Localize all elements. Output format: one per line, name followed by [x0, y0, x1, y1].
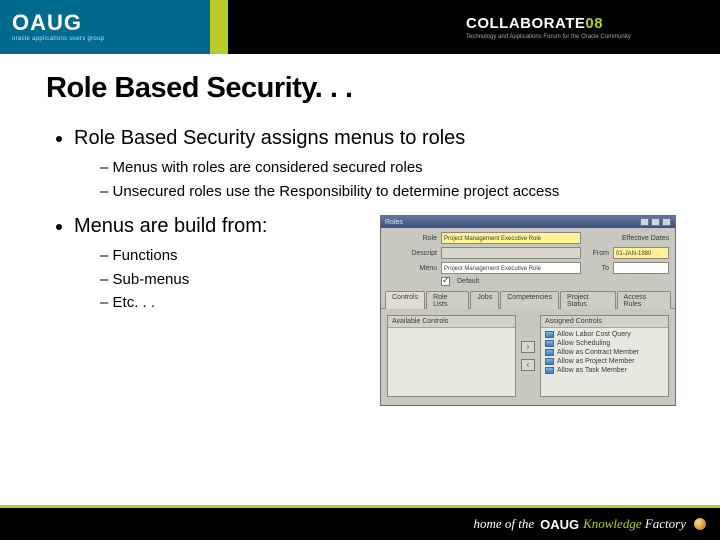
footer-brand: OAUG — [540, 517, 579, 532]
from-input[interactable]: 01-JAN-1980 — [613, 247, 669, 259]
maximize-icon[interactable] — [651, 218, 660, 226]
to-label: To — [585, 265, 609, 272]
tab-competencies[interactable]: Competencies — [500, 291, 559, 309]
menu-row: Menu Project Management Executive Role T… — [387, 262, 669, 274]
available-header: Available Controls — [388, 316, 515, 328]
slide-content: Role Based Security. . . Role Based Secu… — [0, 54, 720, 406]
bullet-2: Menus are build from: Functions Sub-menu… — [74, 215, 674, 406]
role-label: Role — [387, 235, 437, 242]
assigned-item-label: Allow as Task Member — [557, 367, 627, 374]
effective-dates-label: Effective Dates — [622, 235, 669, 242]
default-checkbox[interactable] — [441, 277, 450, 286]
tab-role-lists[interactable]: Role Lists — [426, 291, 469, 309]
controls-pane: Available Controls › ‹ Assigned Controls — [387, 309, 669, 401]
header-spacer — [210, 0, 460, 54]
assigned-item-label: Allow as Contract Member — [557, 349, 639, 356]
from-value: 01-JAN-1980 — [614, 251, 651, 257]
tab-strip: Controls Role Lists Jobs Competencies Pr… — [381, 290, 675, 309]
to-input[interactable] — [613, 262, 669, 274]
assigned-item[interactable]: Allow Scheduling — [543, 339, 666, 348]
assigned-item-label: Allow Scheduling — [557, 340, 610, 347]
from-label: From — [585, 250, 609, 257]
footer-kf: Knowledge Factory — [583, 516, 686, 532]
assigned-header: Assigned Controls — [541, 316, 668, 328]
oaug-wordmark: OAUG — [12, 12, 210, 34]
move-left-button[interactable]: ‹ — [521, 359, 535, 371]
item-icon — [545, 331, 554, 338]
role-input[interactable]: Project Management Executive Role — [441, 232, 581, 244]
bullet-2-sub-1: Functions — [100, 246, 374, 266]
close-icon[interactable] — [662, 218, 671, 226]
oaug-logo-block: OAUG oracle applications users group — [0, 0, 210, 54]
role-row: Role Project Management Executive Role E… — [387, 232, 669, 244]
minimize-icon[interactable] — [640, 218, 649, 226]
bullet-1: Role Based Security assigns menus to rol… — [74, 127, 674, 201]
roles-window: Roles Role Project Management Executive … — [380, 215, 676, 406]
assigned-item-label: Allow Labor Cost Query — [557, 331, 631, 338]
bullet-1-sublist: Menus with roles are considered secured … — [100, 158, 674, 201]
tab-jobs[interactable]: Jobs — [470, 291, 499, 309]
assigned-item[interactable]: Allow as Project Member — [543, 357, 666, 366]
bullet-2-sub-2: Sub-menus — [100, 270, 374, 290]
collaborate-year: 08 — [585, 15, 603, 32]
assigned-item[interactable]: Allow as Task Member — [543, 366, 666, 375]
collaborate-logo-block: COLLABORATE08 Technology and Application… — [460, 0, 720, 54]
assigned-item[interactable]: Allow Labor Cost Query — [543, 330, 666, 339]
slide-title: Role Based Security. . . — [46, 72, 674, 105]
collaborate-text: COLLABORATE — [466, 15, 585, 32]
bullet-2-sublist: Functions Sub-menus Etc. . . — [100, 246, 374, 313]
footer-kf1: Knowledge — [583, 516, 642, 531]
collaborate-subtitle: Technology and Applications Forum for th… — [466, 34, 631, 40]
menu-label: Menu — [387, 265, 437, 272]
bullet-2-text: Menus are build from: — [74, 215, 267, 237]
descr-row: Descript From 01-JAN-1980 — [387, 247, 669, 259]
bullet-1-sub-2: Unsecured roles use the Responsibility t… — [100, 182, 674, 202]
assigned-item-label: Allow as Project Member — [557, 358, 634, 365]
tab-access-rules[interactable]: Access Rules — [617, 291, 671, 309]
bullet-1-sub-1: Menus with roles are considered secured … — [100, 158, 674, 178]
available-controls-list[interactable]: Available Controls — [387, 315, 516, 397]
bullet-1-text: Role Based Security assigns menus to rol… — [74, 127, 465, 149]
item-icon — [545, 349, 554, 356]
tab-controls[interactable]: Controls — [385, 291, 425, 309]
window-body: Role Project Management Executive Role E… — [381, 228, 675, 405]
window-controls — [640, 218, 671, 226]
slide-footer: home of the OAUG Knowledge Factory — [0, 508, 720, 540]
shuttle-buttons: › ‹ — [520, 315, 536, 397]
factory-dot-icon — [694, 518, 706, 530]
item-icon — [545, 340, 554, 347]
descr-input[interactable] — [441, 247, 581, 259]
item-icon — [545, 358, 554, 365]
default-row: Default — [441, 277, 669, 286]
oaug-tagline: oracle applications users group — [12, 36, 210, 42]
role-value: Project Management Executive Role — [442, 236, 541, 242]
descr-label: Descript — [387, 250, 437, 257]
assigned-controls-list[interactable]: Assigned Controls Allow Labor Cost Query… — [540, 315, 669, 397]
window-titlebar: Roles — [381, 216, 675, 228]
bullet-list: Role Based Security assigns menus to rol… — [74, 127, 674, 406]
menu-value: Project Management Executive Role — [442, 266, 541, 272]
footer-home: home of the — [473, 516, 534, 532]
menu-input[interactable]: Project Management Executive Role — [441, 262, 581, 274]
bullet-2-sub-3: Etc. . . — [100, 293, 374, 313]
collaborate-wordmark: COLLABORATE08 — [466, 15, 603, 32]
default-label: Default — [457, 278, 479, 285]
move-right-button[interactable]: › — [521, 341, 535, 353]
assigned-item[interactable]: Allow as Contract Member — [543, 348, 666, 357]
slide-header: OAUG oracle applications users group COL… — [0, 0, 720, 54]
window-title: Roles — [385, 219, 403, 226]
footer-kf2: Factory — [645, 516, 686, 531]
item-icon — [545, 367, 554, 374]
tab-project-status[interactable]: Project Status — [560, 291, 616, 309]
